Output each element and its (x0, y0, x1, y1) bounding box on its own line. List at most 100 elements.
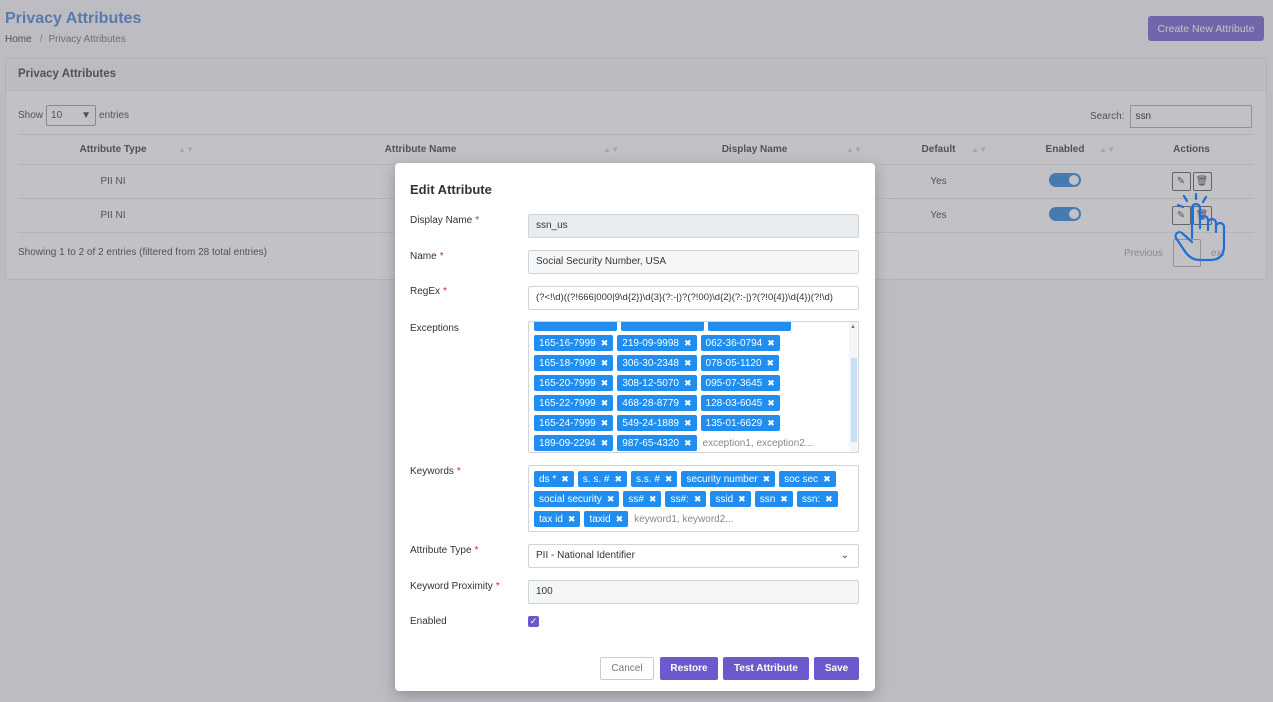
keyword-tag: ss#: ✖ (665, 491, 707, 507)
remove-tag-icon[interactable]: ✖ (767, 418, 775, 429)
remove-tag-icon[interactable]: ✖ (767, 398, 775, 409)
keyword-tag: s. s. # ✖ (577, 471, 628, 487)
remove-tag-icon[interactable]: ✖ (684, 358, 692, 369)
remove-tag-icon[interactable]: ✖ (601, 358, 609, 369)
exception-tag (534, 322, 617, 331)
regex-field[interactable]: (?<!\d)((?!666|000|9\d{2})\d{3}(?:-|)?(?… (528, 286, 859, 310)
pointing-hand-icon (1174, 192, 1226, 262)
remove-tag-icon[interactable]: ✖ (763, 474, 771, 485)
remove-tag-icon[interactable]: ✖ (601, 338, 609, 349)
remove-tag-icon[interactable]: ✖ (684, 438, 692, 449)
remove-tag-icon[interactable]: ✖ (616, 514, 624, 525)
exception-tag-label: 165-22-7999 (539, 397, 596, 409)
exception-tag-placeholder[interactable]: exception1, exception2... (703, 438, 814, 449)
attribute-type-select[interactable]: PII - National Identifier ⌄ (528, 544, 859, 568)
keyword-tag: ss# ✖ (623, 491, 662, 507)
display-name-label-text: Display Name (410, 215, 473, 226)
keyword-tag-label: taxid (589, 513, 611, 525)
edit-attribute-modal: Edit Attribute Display Name * ssn_us Name… (395, 163, 875, 691)
keyword-tag-placeholder[interactable]: keyword1, keyword2... (634, 514, 734, 525)
keyword-proximity-label: Keyword Proximity * (410, 581, 500, 592)
chevron-down-icon: ⌄ (840, 550, 849, 561)
keyword-tag: ds * ✖ (534, 471, 574, 487)
remove-tag-icon[interactable]: ✖ (684, 398, 692, 409)
keyword-tag: taxid ✖ (584, 511, 629, 527)
exceptions-tag-input[interactable]: 165-16-7999 ✖ 219-09-9998 ✖ 062-36-0794 ✖ 165-… (528, 321, 859, 453)
keyword-tag-label: s.s. # (636, 473, 660, 485)
exception-tag-label: 468-28-8779 (622, 397, 679, 409)
name-field[interactable]: Social Security Number, USA (528, 250, 859, 274)
attribute-type-label-text: Attribute Type (410, 545, 472, 556)
restore-button[interactable]: Restore (660, 657, 718, 680)
required-marker: * (456, 466, 461, 477)
exceptions-scroll-thumb[interactable] (851, 358, 857, 442)
remove-tag-icon[interactable]: ✖ (665, 474, 673, 485)
remove-tag-icon[interactable]: ✖ (684, 418, 692, 429)
keywords-label-text: Keywords (410, 466, 454, 477)
keyword-tag-label: ssn: (801, 493, 821, 505)
exception-tag: 078-05-1120 ✖ (700, 355, 780, 371)
exception-tag-label: 165-16-7999 (539, 337, 596, 349)
exception-tag-label: 078-05-1120 (705, 357, 762, 369)
exception-tag (621, 322, 704, 331)
save-button[interactable]: Save (814, 657, 859, 680)
remove-tag-icon[interactable]: ✖ (767, 378, 775, 389)
keyword-proximity-label-text: Keyword Proximity (410, 581, 493, 592)
exception-tag-label: 219-09-9998 (622, 337, 679, 349)
keyword-tag: security number ✖ (681, 471, 776, 487)
test-attribute-button[interactable]: Test Attribute (723, 657, 809, 680)
remove-tag-icon[interactable]: ✖ (738, 494, 746, 505)
keyword-tag: ssn: ✖ (796, 491, 838, 507)
exception-tag-label: 062-36-0794 (705, 337, 763, 349)
keyword-tag: ssn ✖ (754, 491, 793, 507)
exception-tag-label: 095-07-3645 (705, 377, 763, 389)
exception-tag: 306-30-2348 ✖ (617, 355, 697, 371)
remove-tag-icon[interactable]: ✖ (823, 474, 831, 485)
remove-tag-icon[interactable]: ✖ (825, 494, 833, 505)
keyword-tag-label: ss#: (670, 493, 689, 505)
exception-tag: 095-07-3645 ✖ (700, 375, 780, 391)
regex-label: RegEx * (410, 286, 447, 297)
exception-tag-label: 306-30-2348 (622, 357, 679, 369)
cancel-button[interactable]: Cancel (600, 657, 654, 680)
remove-tag-icon[interactable]: ✖ (601, 378, 609, 389)
exception-tag: 549-24-1889 ✖ (617, 415, 697, 431)
remove-tag-icon[interactable]: ✖ (767, 338, 775, 349)
exception-tag: 128-03-6045 ✖ (700, 395, 780, 411)
keyword-tag-label: social security (539, 493, 602, 505)
name-label: Name * (410, 251, 444, 262)
required-marker: * (495, 581, 500, 592)
exception-tag-label: 165-20-7999 (539, 377, 596, 389)
keyword-tag-label: security number (686, 473, 758, 485)
keyword-tag-label: ssid (715, 493, 734, 505)
remove-tag-icon[interactable]: ✖ (684, 378, 692, 389)
remove-tag-icon[interactable]: ✖ (614, 474, 622, 485)
remove-tag-icon[interactable]: ✖ (601, 418, 609, 429)
remove-tag-icon[interactable]: ✖ (568, 514, 576, 525)
remove-tag-icon[interactable]: ✖ (561, 474, 569, 485)
exceptions-label: Exceptions (410, 323, 459, 334)
exception-tag-label: 549-24-1889 (622, 417, 679, 429)
remove-tag-icon[interactable]: ✖ (601, 398, 609, 409)
exception-tag-label: 165-18-7999 (539, 357, 596, 369)
attribute-type-value: PII - National Identifier (536, 550, 635, 561)
keyword-tag-label: ssn (759, 493, 776, 505)
display-name-field[interactable]: ssn_us (528, 214, 859, 238)
remove-tag-icon[interactable]: ✖ (684, 338, 692, 349)
exception-tag-label: 128-03-6045 (705, 397, 763, 409)
keyword-tag: ssid ✖ (710, 491, 751, 507)
keyword-tag: tax id ✖ (534, 511, 581, 527)
scroll-up-icon[interactable]: ▲ (850, 324, 856, 330)
remove-tag-icon[interactable]: ✖ (649, 494, 657, 505)
exception-tag: 165-16-7999 ✖ (534, 335, 614, 351)
remove-tag-icon[interactable]: ✖ (607, 494, 615, 505)
remove-tag-icon[interactable]: ✖ (780, 494, 788, 505)
exception-tag: 062-36-0794 ✖ (700, 335, 780, 351)
remove-tag-icon[interactable]: ✖ (694, 494, 702, 505)
remove-tag-icon[interactable]: ✖ (601, 438, 609, 449)
keyword-proximity-field[interactable]: 100 (528, 580, 859, 604)
remove-tag-icon[interactable]: ✖ (767, 358, 775, 369)
exception-tag-label: 189-09-2294 (539, 437, 596, 449)
enabled-checkbox[interactable]: ✓ (528, 616, 539, 627)
keywords-tag-input[interactable]: ds * ✖ s. s. # ✖ s.s. # ✖ security number ✖ soc … (528, 465, 859, 532)
